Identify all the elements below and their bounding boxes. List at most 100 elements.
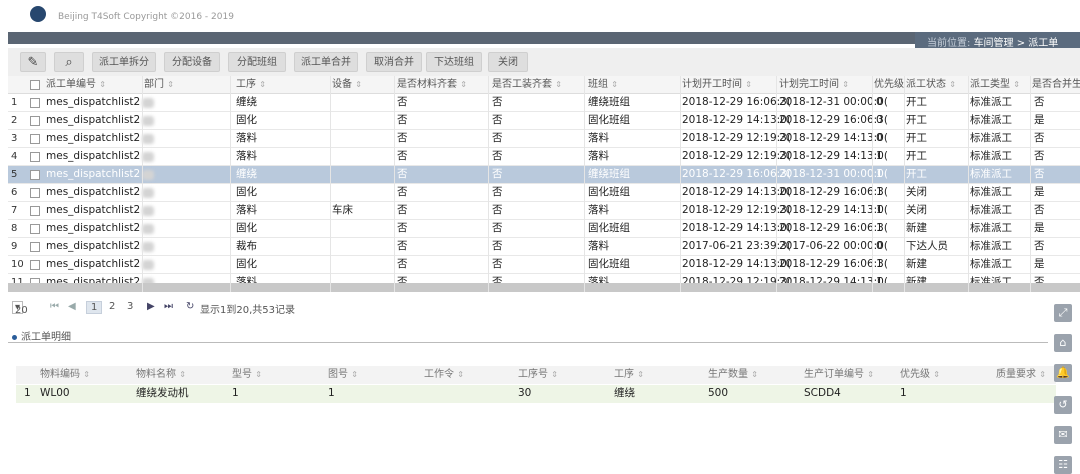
home-icon[interactable]: ⌂ <box>1054 334 1072 352</box>
bell-icon[interactable]: 🔔 <box>1054 364 1072 382</box>
chat-icon[interactable]: ✉ <box>1054 426 1072 444</box>
close-button[interactable]: 关闭 <box>488 52 528 72</box>
col-material[interactable]: 是否材料齐套 ⇕ <box>397 76 467 93</box>
col-process[interactable]: 工序 ⇕ <box>236 76 266 93</box>
sort-icon: ⇕ <box>460 80 467 89</box>
col-device[interactable]: 设备 ⇕ <box>332 76 362 93</box>
cell-no: mes_dispatchlist201 <box>46 204 140 216</box>
cell-material: 否 <box>397 204 408 216</box>
col-status[interactable]: 派工状态 ⇕ <box>906 76 956 93</box>
cell-type: 标准派工 <box>970 186 1012 198</box>
redacted-dept <box>142 224 154 234</box>
cell-plan-start: 2018-12-29 14:13:0( <box>682 114 791 126</box>
cell-merged: 否 <box>1034 132 1045 144</box>
select-all-checkbox[interactable] <box>30 80 40 90</box>
merge-button[interactable]: 派工单合并 <box>294 52 358 72</box>
col-seq[interactable]: 工序号 ⇕ <box>518 366 558 383</box>
table-row[interactable]: 2 mes_dispatchlist201 固化 否 否 固化班组 2018-12-29 1… <box>8 112 1080 130</box>
col-qty[interactable]: 生产数量 ⇕ <box>708 366 758 383</box>
col-detail-priority[interactable]: 优先级 ⇕ <box>900 366 940 383</box>
table-row[interactable]: 6 mes_dispatchlist201 固化 否 否 固化班组 2018-12-29 1… <box>8 184 1080 202</box>
cell-material: 否 <box>397 258 408 270</box>
row-checkbox[interactable] <box>30 134 40 144</box>
row-checkbox[interactable] <box>30 152 40 162</box>
expand-icon[interactable]: ⤢ <box>1054 304 1072 322</box>
page-2[interactable]: 2 <box>109 301 115 312</box>
cell-merged: 否 <box>1034 168 1045 180</box>
last-page-icon[interactable]: ⏭ <box>164 301 173 312</box>
cell-priority: 0 <box>876 240 883 252</box>
page-size-select[interactable]: 20 ▾ <box>12 301 28 316</box>
table-row[interactable]: 7 mes_dispatchlist201 落料 车床 否 否 落料 2018-12-29 1… <box>8 202 1080 220</box>
table-row[interactable]: 10 mes_dispatchlist201 固化 否 否 固化班组 2018-12-29 … <box>8 256 1080 274</box>
row-checkbox[interactable] <box>30 98 40 108</box>
col-order-no[interactable]: 生产订单编号 ⇕ <box>804 366 874 383</box>
cell-priority: 1 <box>876 222 883 234</box>
col-detail-process[interactable]: 工序 ⇕ <box>614 366 644 383</box>
col-dept[interactable]: 部门 ⇕ <box>144 76 174 93</box>
page-1[interactable]: 1 <box>86 301 103 314</box>
col-quality[interactable]: 质量要求 ⇕ <box>996 366 1046 383</box>
unmerge-button[interactable]: 取消合并 <box>366 52 422 72</box>
column-divider <box>330 76 331 292</box>
sort-icon: ⇕ <box>949 80 956 89</box>
issue-team-button[interactable]: 下达班组 <box>426 52 482 72</box>
cell-priority: 1 <box>876 258 883 270</box>
search-button[interactable]: ⌕ <box>54 52 84 72</box>
table-row[interactable]: 4 mes_dispatchlist201 落料 否 否 落料 2018-12-29 12:… <box>8 148 1080 166</box>
detail-row[interactable]: 1 WL00 缠绕发动机 1 1 30 缠绕 500 SCDD4 1 <box>16 385 1056 403</box>
row-checkbox[interactable] <box>30 188 40 198</box>
history-icon[interactable]: ↺ <box>1054 396 1072 414</box>
cell-material: 否 <box>397 150 408 162</box>
cell-process: 固化 <box>236 258 257 270</box>
col-drawing[interactable]: 图号 ⇕ <box>328 366 358 383</box>
col-model[interactable]: 型号 ⇕ <box>232 366 262 383</box>
col-merged[interactable]: 是否合并生 <box>1032 76 1080 93</box>
redacted-dept <box>142 98 154 108</box>
row-checkbox[interactable] <box>30 206 40 216</box>
col-plan-start[interactable]: 计划开工时间 ⇕ <box>682 76 752 93</box>
cell-process: 落料 <box>236 132 257 144</box>
table-row[interactable]: 9 mes_dispatchlist201 裁布 否 否 落料 2017-06-21 23:… <box>8 238 1080 256</box>
detail-seq: 30 <box>518 387 532 399</box>
edit-button[interactable]: ✎ <box>20 52 46 72</box>
page-3[interactable]: 3 <box>127 301 133 312</box>
sort-icon: ⇕ <box>255 370 262 379</box>
assign-device-button[interactable]: 分配设备 <box>164 52 220 72</box>
cell-type: 标准派工 <box>970 96 1012 108</box>
col-type[interactable]: 派工类型 ⇕ <box>970 76 1020 93</box>
horizontal-scrollbar[interactable] <box>8 283 1080 292</box>
col-priority[interactable]: 优先级 <box>874 76 904 93</box>
col-work-order[interactable]: 工作令 ⇕ <box>424 366 464 383</box>
next-page-icon[interactable]: ▶ <box>147 301 155 312</box>
sort-icon: ⇕ <box>179 370 186 379</box>
table-row[interactable]: 3 mes_dispatchlist201 落料 否 否 落料 2018-12-29 12:… <box>8 130 1080 148</box>
col-team[interactable]: 班组 ⇕ <box>588 76 618 93</box>
cell-material: 否 <box>397 240 408 252</box>
col-plan-end[interactable]: 计划完工时间 ⇕ <box>779 76 849 93</box>
column-divider <box>394 76 395 292</box>
split-button[interactable]: 派工单拆分 <box>92 52 156 72</box>
first-page-icon[interactable]: ⏮ <box>50 301 59 312</box>
org-chart-icon[interactable]: ☷ <box>1054 456 1072 474</box>
col-no[interactable]: 派工单编号 ⇕ <box>46 76 106 93</box>
assign-team-button[interactable]: 分配班组 <box>228 52 286 72</box>
row-checkbox[interactable] <box>30 224 40 234</box>
col-tooling[interactable]: 是否工装齐套 ⇕ <box>492 76 562 93</box>
row-checkbox[interactable] <box>30 116 40 126</box>
col-material-code[interactable]: 物料编码 ⇕ <box>40 366 90 383</box>
row-checkbox[interactable] <box>30 170 40 180</box>
cell-status: 开工 <box>906 96 927 108</box>
cell-process: 固化 <box>236 186 257 198</box>
row-checkbox[interactable] <box>30 260 40 270</box>
cell-team: 固化班组 <box>588 114 630 126</box>
table-row[interactable]: 1 mes_dispatchlist201 缠绕 否 否 缠绕班组 2018-12-29 1… <box>8 94 1080 112</box>
table-row[interactable]: 5 mes_dispatchlist201 缠绕 否 否 缠绕班组 2018-12-29 1… <box>8 166 1080 184</box>
refresh-icon[interactable]: ↻ <box>186 301 194 312</box>
col-material-name[interactable]: 物料名称 ⇕ <box>136 366 186 383</box>
column-divider <box>584 76 585 292</box>
row-checkbox[interactable] <box>30 242 40 252</box>
prev-page-icon[interactable]: ◀ <box>68 301 76 312</box>
table-row[interactable]: 8 mes_dispatchlist201 固化 否 否 固化班组 2018-12-29 1… <box>8 220 1080 238</box>
copyright-text: Beijing T4Soft Copyright ©2016 - 2019 <box>58 12 234 22</box>
